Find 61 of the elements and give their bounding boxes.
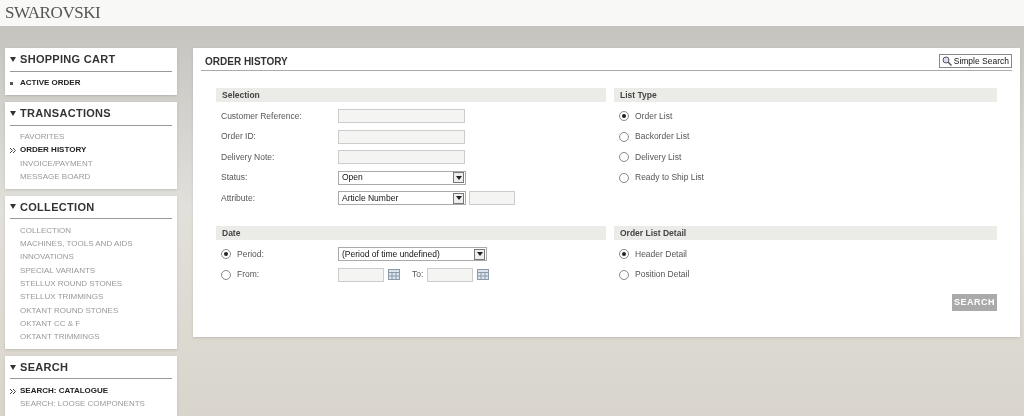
field-label: To: — [412, 268, 424, 282]
triangle-down-icon[interactable] — [10, 204, 16, 210]
field-label: Customer Reference: — [221, 109, 303, 123]
radio-button[interactable] — [619, 249, 629, 260]
input-field[interactable] — [469, 191, 515, 206]
sidebar-heading[interactable]: COLLECTION — [20, 198, 95, 216]
caret-icon — [455, 196, 462, 201]
field-label: Attribute: — [221, 191, 257, 205]
select-field[interactable]: (Period of time undefined) — [338, 247, 487, 262]
triangle-down-icon[interactable] — [10, 364, 16, 370]
triangle-down-icon[interactable] — [10, 57, 16, 62]
radio-button[interactable] — [221, 269, 231, 280]
search-icon — [941, 56, 952, 67]
sidebar-heading[interactable]: SHOPPING CART — [20, 51, 116, 68]
calendar-icon[interactable] — [477, 269, 490, 281]
radio-button[interactable] — [619, 269, 629, 280]
input-field[interactable] — [338, 150, 465, 165]
radio-label[interactable]: Header Detail — [635, 247, 687, 261]
dropdown-button[interactable] — [453, 172, 464, 184]
section-header: Order List Detail — [614, 226, 997, 241]
radio-label[interactable]: Delivery List — [635, 150, 682, 164]
select-field[interactable]: Open — [338, 170, 466, 185]
radio-button[interactable] — [619, 172, 629, 183]
double-chevron-icon — [10, 148, 16, 153]
input-field[interactable] — [338, 267, 384, 282]
section-header: Selection — [216, 88, 606, 103]
input-field[interactable] — [427, 267, 474, 282]
calendar-icon[interactable] — [388, 269, 400, 281]
radio-label[interactable]: Backorder List — [635, 130, 690, 144]
sidebar-heading[interactable]: TRANSACTIONS — [20, 105, 111, 122]
radio-button[interactable] — [221, 249, 231, 260]
sidebar-link[interactable]: SEARCH: CATALOGUE — [20, 385, 109, 398]
radio-label[interactable]: Position Detail — [635, 268, 690, 282]
triangle-down-icon[interactable] — [10, 110, 16, 116]
section-header: List Type — [614, 88, 997, 103]
radio-button[interactable] — [619, 152, 629, 163]
dropdown-button[interactable] — [474, 248, 485, 260]
select-field[interactable]: Article Number — [338, 191, 466, 206]
sidebar-link[interactable]: ORDER HISTORY — [20, 144, 87, 157]
double-chevron-icon — [10, 388, 16, 394]
radio-button[interactable] — [619, 131, 629, 142]
caret-icon — [476, 252, 483, 257]
caret-icon — [455, 175, 462, 180]
radio-label[interactable]: Ready to Ship List — [635, 171, 704, 185]
radio-label[interactable]: From: — [237, 268, 260, 282]
field-label: Status: — [221, 171, 249, 185]
sidebar-heading[interactable]: SEARCH — [20, 358, 69, 376]
field-label: Delivery Note: — [221, 150, 276, 164]
field-label: Order ID: — [221, 130, 257, 144]
page-title: ORDER HISTORY — [204, 54, 288, 69]
section-header: Date — [216, 226, 606, 241]
radio-label[interactable]: Period: — [237, 247, 264, 261]
simple-search-button[interactable]: Simple Search — [938, 54, 1012, 69]
square-bullet-icon — [10, 81, 13, 85]
radio-button[interactable] — [619, 111, 629, 122]
input-field[interactable] — [338, 129, 465, 144]
logo[interactable]: SWAROVSKI — [5, 0, 101, 26]
input-field[interactable] — [338, 109, 465, 124]
radio-label[interactable]: Order List — [635, 109, 673, 123]
sidebar-link[interactable]: ACTIVE ORDER — [20, 77, 81, 90]
dropdown-button[interactable] — [453, 192, 464, 204]
